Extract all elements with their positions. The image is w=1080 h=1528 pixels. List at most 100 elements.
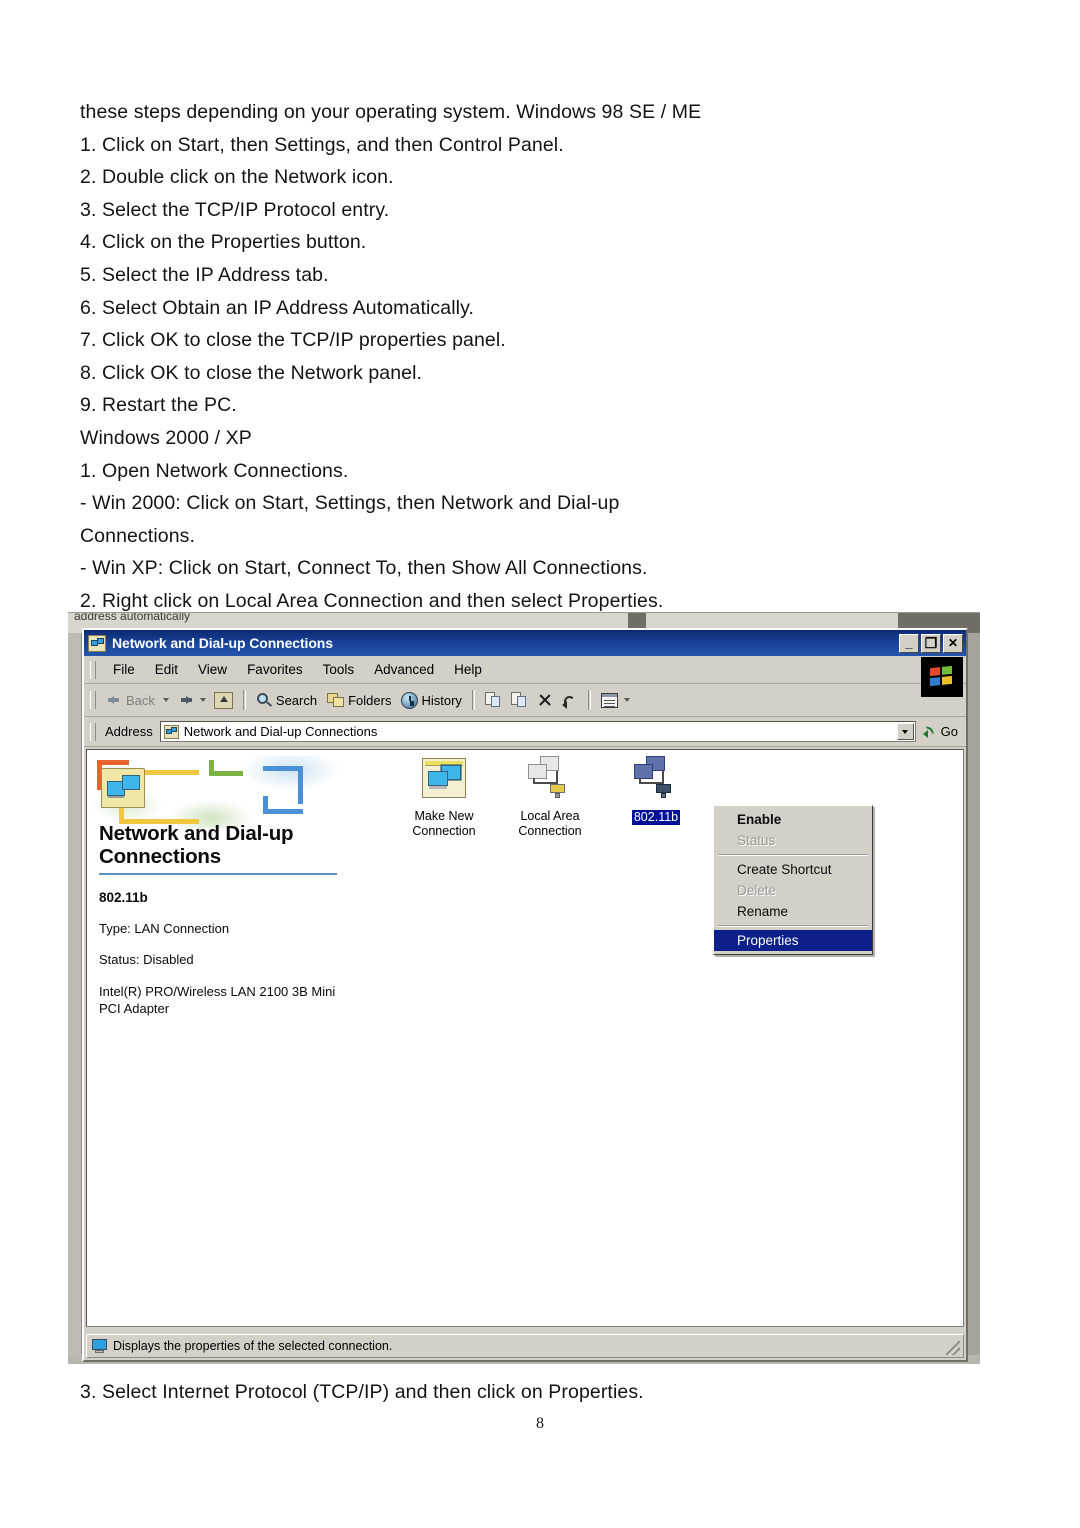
menu-item-help[interactable]: Help <box>444 659 492 680</box>
detail-type: Type: LAN Connection <box>99 921 230 936</box>
menu-item-view[interactable]: View <box>188 659 237 680</box>
wireless-connection-icon <box>607 756 705 806</box>
address-value: Network and Dial-up Connections <box>183 724 378 739</box>
search-button-label: Search <box>275 692 318 708</box>
connection-item-80211b[interactable]: 802.11b <box>607 756 705 825</box>
go-button-label: Go <box>940 724 958 739</box>
banner: Network and Dial-up Connections <box>91 756 359 875</box>
monitor-icon <box>91 1338 108 1354</box>
forward-button[interactable] <box>172 693 197 708</box>
doc-line: 1. Open Network Connections. <box>80 459 349 482</box>
window-client-area: Network and Dial-up Connections 802.11b … <box>86 749 964 1327</box>
history-button[interactable]: History <box>396 690 466 711</box>
address-chevron-down-icon[interactable] <box>896 723 914 740</box>
menu-drag-handle[interactable] <box>90 660 96 679</box>
folders-button-label: Folders <box>348 692 392 708</box>
back-history-chevron-down-icon[interactable] <box>162 698 169 702</box>
resize-grip[interactable] <box>946 1341 960 1355</box>
address-input[interactable]: Network and Dial-up Connections <box>159 721 916 742</box>
delete-button[interactable] <box>532 691 557 710</box>
views-button[interactable] <box>596 691 638 710</box>
doc-line: these steps depending on your operating … <box>80 101 702 123</box>
menu-item-edit[interactable]: Edit <box>145 659 188 680</box>
doc-line: 3. Select Internet Protocol (TCP/IP) and… <box>80 1381 644 1403</box>
doc-line: 8. Click OK to close the Network panel. <box>80 361 423 384</box>
toolbar: Back Search Folders History <box>84 684 966 717</box>
toolbar-separator <box>242 690 246 710</box>
maximize-icon: ❐ <box>924 635 938 651</box>
banner-watermark-icon <box>91 756 359 828</box>
document-body-bottom: 3. Select Internet Protocol (TCP/IP) and… <box>80 1376 860 1409</box>
minimize-button[interactable]: _ <box>899 633 919 653</box>
connection-item-make-new[interactable]: Make New Connection <box>395 756 493 839</box>
menu-item-file[interactable]: File <box>103 659 145 680</box>
views-icon <box>600 692 618 708</box>
page-number: 8 <box>536 1415 544 1432</box>
maximize-button[interactable]: ❐ <box>921 633 941 653</box>
window-controls: _ ❐ ✕ <box>899 633 963 653</box>
network-folder-icon <box>101 768 145 808</box>
banner-title: Network and Dial-up Connections <box>99 822 294 868</box>
undo-button[interactable] <box>557 691 583 709</box>
doc-line: Connections. <box>80 524 196 547</box>
up-one-level-button[interactable] <box>209 690 238 711</box>
close-icon: ✕ <box>947 636 959 650</box>
history-button-label: History <box>421 692 462 708</box>
menu-item-favorites[interactable]: Favorites <box>237 659 313 680</box>
doc-line: 6. Select Obtain an IP Address Automatic… <box>80 296 474 319</box>
toolbar-separator <box>471 690 475 710</box>
detail-connection-name: 802.11b <box>99 890 148 905</box>
background-fragment-text: address automatically <box>74 612 191 623</box>
menu-item-tools[interactable]: Tools <box>313 659 365 680</box>
close-button[interactable]: ✕ <box>943 633 963 653</box>
doc-line: 7. Click OK to close the TCP/IP properti… <box>80 329 506 352</box>
bracket-green-icon <box>209 760 243 776</box>
connection-details: 802.11b Type: LAN Connection Status: Dis… <box>99 890 349 1017</box>
doc-line: Windows 2000 / XP <box>80 426 252 449</box>
copy-to-button[interactable] <box>506 690 532 710</box>
status-bar-text: Displays the properties of the selected … <box>113 1339 393 1353</box>
local-area-connection-icon <box>501 756 599 806</box>
folders-icon <box>327 692 345 708</box>
context-menu-item-enable[interactable]: Enable <box>714 809 872 830</box>
detail-status: Status: Disabled <box>99 952 194 967</box>
search-button[interactable]: Search <box>251 690 322 711</box>
go-arrow-icon <box>922 725 938 738</box>
window-titlebar: Network and Dial-up Connections _ ❐ ✕ <box>84 630 966 656</box>
move-to-icon <box>484 692 501 708</box>
delete-icon <box>537 693 552 708</box>
doc-line: 4. Click on the Properties button. <box>80 231 367 254</box>
context-menu-item-delete: Delete <box>737 883 777 898</box>
go-button[interactable]: Go <box>916 724 966 739</box>
connections-icon-pane: Make New Connection Local Area Connectio… <box>349 750 963 1326</box>
window-title: Network and Dial-up Connections <box>112 635 333 651</box>
menu-item-advanced[interactable]: Advanced <box>364 659 444 680</box>
left-info-pane: Network and Dial-up Connections 802.11b … <box>87 750 359 1326</box>
document-body-top: these steps depending on your operating … <box>80 96 840 618</box>
bracket-blue-lower-icon <box>263 796 303 814</box>
network-connections-window: Network and Dial-up Connections _ ❐ ✕ Fi… <box>82 628 968 1362</box>
move-to-button[interactable] <box>480 690 506 710</box>
toolbar-drag-handle[interactable] <box>90 691 96 709</box>
context-menu-item-create-shortcut[interactable]: Create Shortcut <box>714 859 872 880</box>
context-menu-item-properties[interactable]: Properties <box>714 930 872 951</box>
network-connections-icon <box>88 634 106 652</box>
back-button[interactable]: Back <box>103 691 160 710</box>
doc-line: 2. Double click on the Network icon. <box>80 166 394 189</box>
status-bar: Displays the properties of the selected … <box>86 1334 964 1358</box>
context-menu-separator <box>718 854 868 856</box>
context-menu: Enable Status Create Shortcut Delete Ren… <box>713 805 873 955</box>
views-chevron-down-icon[interactable] <box>623 698 630 702</box>
doc-line: - Win XP: Click on Start, Connect To, th… <box>80 557 648 580</box>
connection-label: Local Area Connection <box>518 809 582 838</box>
make-new-connection-icon <box>395 756 493 806</box>
toolbar-separator <box>587 690 591 710</box>
context-menu-item-rename[interactable]: Rename <box>714 901 872 922</box>
address-drag-handle[interactable] <box>90 722 96 741</box>
connection-item-local-area[interactable]: Local Area Connection <box>501 756 599 839</box>
arrow-left-icon <box>108 695 123 706</box>
forward-history-chevron-down-icon[interactable] <box>199 698 206 702</box>
folders-button[interactable]: Folders <box>322 691 396 710</box>
copy-to-icon <box>510 692 527 708</box>
doc-line: 5. Select the IP Address tab. <box>80 263 329 286</box>
